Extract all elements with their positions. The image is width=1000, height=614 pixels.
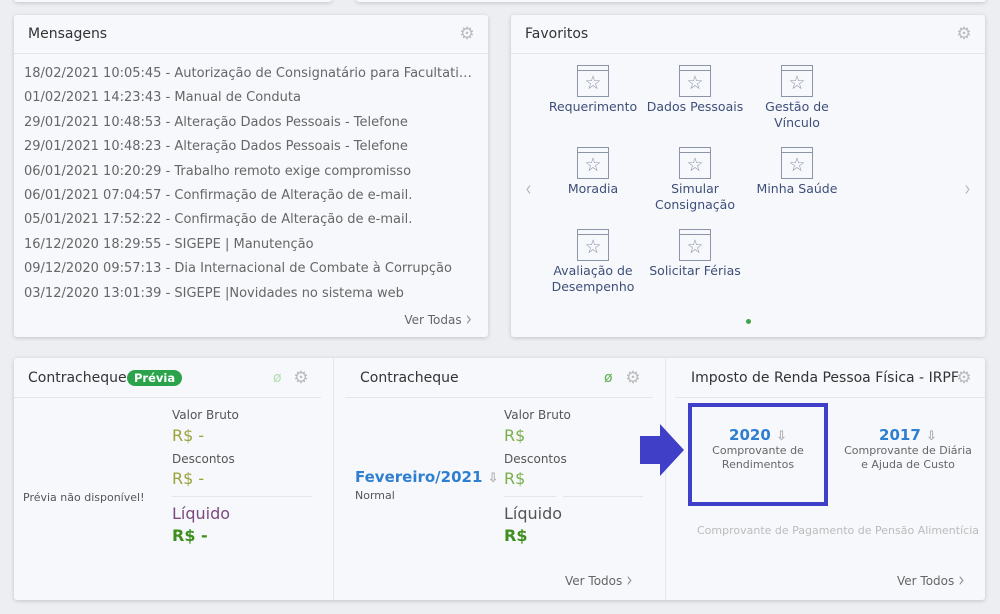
irpf-desc: Comprovante de <box>712 444 804 457</box>
favorite-item[interactable]: ☆ Simular Consignação <box>644 147 746 213</box>
liquido-value: R$ - <box>172 526 208 545</box>
star-window-icon: ☆ <box>679 229 711 261</box>
descontos-label: Descontos <box>172 452 235 466</box>
eye-slash-icon[interactable]: ø <box>273 370 282 386</box>
irpf-desc: Comprovante de Diária <box>844 444 972 457</box>
valor-bruto-label: Valor Bruto <box>504 408 571 422</box>
favorite-label: Moradia <box>567 181 619 196</box>
chevron-right-icon: › <box>958 567 965 592</box>
favorite-label: Solicitar Férias <box>649 263 741 278</box>
mensagens-title: Mensagens <box>28 26 108 42</box>
top-card-partial <box>356 0 986 2</box>
favorite-label: Dados Pessoais <box>646 99 744 114</box>
message-item[interactable]: 06/01/2021 10:20:29 - Trabalho remoto ex… <box>24 164 479 179</box>
ver-todos-label: Ver Todos <box>897 574 955 588</box>
favorite-item[interactable]: ☆ Minha Saúde <box>746 147 848 197</box>
download-icon[interactable]: ⇩ <box>776 429 787 444</box>
contracheque-month-link[interactable]: Fevereiro/2021 ⇩ <box>355 468 499 486</box>
descontos-value: R$ - <box>172 469 205 488</box>
favorite-item[interactable]: ☆ Moradia <box>542 147 644 197</box>
message-item[interactable]: 01/02/2021 14:23:43 - Manual de Conduta <box>24 90 479 105</box>
descontos-value: R$ <box>504 469 526 488</box>
ver-todos-link[interactable]: Ver Todos › <box>565 567 633 592</box>
star-window-icon: ☆ <box>679 147 711 179</box>
carousel-dot[interactable] <box>746 319 751 324</box>
message-item[interactable]: 18/02/2021 10:05:45 - Autorização de Con… <box>24 66 479 81</box>
favorite-label: Requerimento <box>548 99 638 114</box>
gear-icon[interactable]: ⚙ <box>956 370 972 387</box>
contracheque-previa-title: Contracheque <box>28 370 127 386</box>
irpf-doc[interactable]: 2017 ⇩ Comprovante de Diária e Ajuda de Cu… <box>838 426 978 472</box>
favoritos-title: Favoritos <box>525 26 589 42</box>
liquido-value: R$ <box>504 526 528 545</box>
month-label: Fevereiro/2021 <box>355 468 483 486</box>
favorite-label: Avaliação de Desempenho <box>551 263 635 294</box>
chevron-right-icon: › <box>626 567 633 592</box>
irpf-doc[interactable]: 2020 ⇩ Comprovante de Rendimentos <box>688 426 828 472</box>
star-window-icon: ☆ <box>577 147 609 179</box>
arrow-right-icon <box>640 424 684 476</box>
eye-slash-icon[interactable]: ø <box>604 370 613 386</box>
favorite-item[interactable]: ☆ Dados Pessoais <box>644 65 746 115</box>
favoritos-card: Favoritos ⚙ ‹ › ☆ Requerimento ☆ Dados Pess… <box>511 15 985 337</box>
download-icon[interactable]: ⇩ <box>926 429 937 444</box>
star-window-icon: ☆ <box>577 65 609 97</box>
pensao-link[interactable]: Comprovante de Pagamento de Pensão Alime… <box>697 524 979 537</box>
gear-icon[interactable]: ⚙ <box>956 26 972 43</box>
star-window-icon: ☆ <box>781 147 813 179</box>
top-card-partial <box>14 0 332 2</box>
favorite-label: Simular Consignação <box>655 181 735 212</box>
gear-icon[interactable]: ⚙ <box>625 370 641 387</box>
favorite-item[interactable]: ☆ Requerimento <box>542 65 644 115</box>
valor-bruto-label: Valor Bruto <box>172 408 239 422</box>
message-item[interactable]: 03/12/2020 13:01:39 - SIGEPE |Novidades … <box>24 286 479 301</box>
favorite-item[interactable]: ☆ Gestão de Vínculo <box>746 65 848 131</box>
download-icon[interactable]: ⇩ <box>488 471 499 486</box>
previa-indisponivel: Prévia não disponível! <box>23 491 145 504</box>
mensagens-card: Mensagens ⚙ 18/02/2021 10:05:45 - Autori… <box>14 15 488 337</box>
irpf-desc: e Ajuda de Custo <box>861 458 955 471</box>
irpf-year: 2020 <box>729 426 771 444</box>
contracheque-title: Contracheque <box>360 370 459 386</box>
previa-badge: Prévia <box>127 370 183 386</box>
ver-todos-link[interactable]: Ver Todos › <box>897 567 965 592</box>
ver-todos-label: Ver Todos <box>565 574 623 588</box>
ver-todas-label: Ver Todas <box>404 313 462 327</box>
contracheque-type: Normal <box>355 489 395 502</box>
descontos-label: Descontos <box>504 452 567 466</box>
gear-icon[interactable]: ⚙ <box>459 26 475 43</box>
favorite-label: Gestão de Vínculo <box>765 99 829 130</box>
favorite-item[interactable]: ☆ Avaliação de Desempenho <box>542 229 644 295</box>
irpf-title: Imposto de Renda Pessoa Física - IRPF <box>691 370 959 386</box>
message-item[interactable]: 16/12/2020 18:29:55 - SIGEPE | Manutençã… <box>24 237 479 252</box>
carousel-prev-icon[interactable]: ‹ <box>525 177 531 202</box>
star-window-icon: ☆ <box>679 65 711 97</box>
star-window-icon: ☆ <box>577 229 609 261</box>
message-item[interactable]: 05/01/2021 17:52:22 - Confirmação de Alt… <box>24 212 479 227</box>
favorite-item[interactable]: ☆ Solicitar Férias <box>644 229 746 279</box>
carousel-next-icon[interactable]: › <box>965 177 971 202</box>
irpf-desc: Rendimentos <box>721 458 795 471</box>
message-item[interactable]: 06/01/2021 07:04:57 - Confirmação de Alt… <box>24 188 479 203</box>
bottom-card: Contracheque Prévia ø ⚙ Prévia não dispo… <box>14 358 985 600</box>
favorite-label: Minha Saúde <box>756 181 838 196</box>
ver-todas-link[interactable]: Ver Todas › <box>404 306 472 331</box>
valor-bruto-value: R$ <box>504 426 526 445</box>
chevron-right-icon: › <box>465 306 472 331</box>
liquido-label: Líquido <box>172 504 231 523</box>
irpf-year: 2017 <box>879 426 921 444</box>
message-item[interactable]: 09/12/2020 09:57:13 - Dia Internacional … <box>24 261 479 276</box>
liquido-label: Líquido <box>504 504 563 523</box>
valor-bruto-value: R$ - <box>172 426 205 445</box>
message-item[interactable]: 29/01/2021 10:48:53 - Alteração Dados Pe… <box>24 115 479 130</box>
message-item[interactable]: 29/01/2021 10:48:23 - Alteração Dados Pe… <box>24 139 479 154</box>
gear-icon[interactable]: ⚙ <box>293 370 309 387</box>
star-window-icon: ☆ <box>781 65 813 97</box>
